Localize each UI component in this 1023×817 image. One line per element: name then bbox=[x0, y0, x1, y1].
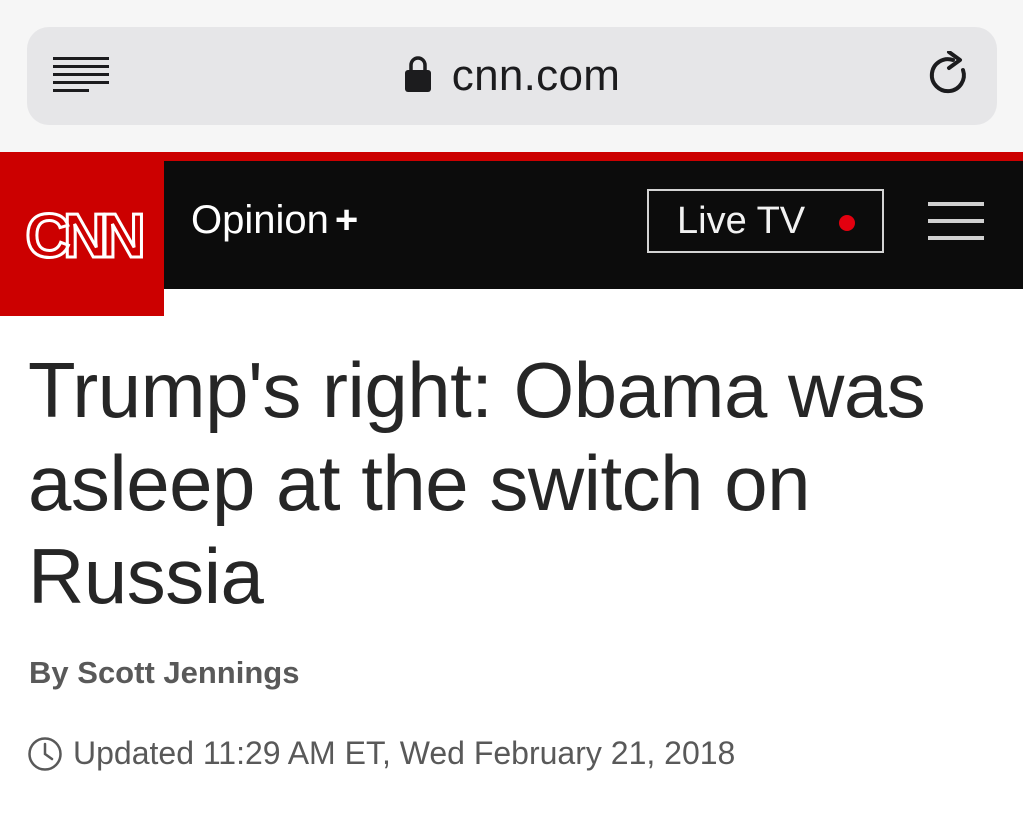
url-display[interactable]: cnn.com bbox=[27, 27, 997, 125]
live-tv-label: Live TV bbox=[677, 199, 806, 242]
lock-icon bbox=[404, 56, 431, 92]
brand-rule bbox=[0, 152, 1023, 161]
live-tv-button[interactable]: Live TV bbox=[647, 189, 884, 253]
cnn-logo-mark: CNN bbox=[24, 203, 151, 273]
cnn-logo[interactable]: CNN bbox=[0, 161, 164, 316]
hamburger-icon[interactable] bbox=[928, 200, 984, 242]
section-menu-opinion[interactable]: Opinion + bbox=[191, 198, 358, 243]
article-timestamp: Updated 11:29 AM ET, Wed February 21, 20… bbox=[27, 735, 735, 772]
cnn-logo-text: CNN bbox=[25, 203, 142, 271]
byline-prefix: By bbox=[29, 655, 69, 690]
url-text: cnn.com bbox=[451, 51, 621, 100]
timestamp-text: Updated 11:29 AM ET, Wed February 21, 20… bbox=[73, 735, 736, 771]
author-link[interactable]: Scott Jennings bbox=[77, 655, 299, 690]
address-bar[interactable]: cnn.com bbox=[27, 27, 997, 125]
byline: By Scott Jennings bbox=[29, 655, 299, 691]
section-name: Opinion bbox=[191, 198, 329, 242]
article-headline: Trump's right: Obama was asleep at the s… bbox=[28, 346, 926, 620]
live-dot-icon bbox=[839, 215, 855, 231]
plus-icon: + bbox=[334, 198, 359, 242]
clock-icon bbox=[28, 736, 62, 771]
browser-toolbar: cnn.com bbox=[0, 0, 1023, 152]
reload-icon[interactable] bbox=[927, 51, 973, 101]
